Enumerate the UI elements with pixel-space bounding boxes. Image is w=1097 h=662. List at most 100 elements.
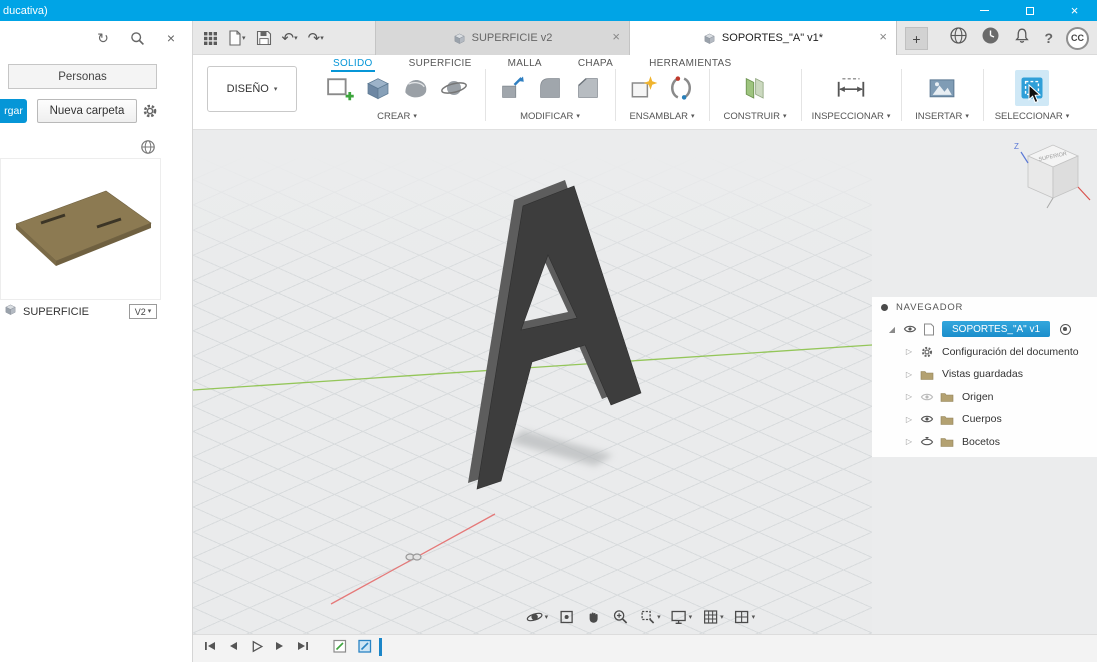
orbit-tool[interactable]: ▾: [526, 608, 549, 626]
close-tab-icon[interactable]: ×: [879, 30, 887, 43]
document-tab-soportes[interactable]: SOPORTES_"A" v1* ×: [630, 21, 897, 55]
expand-arrow-icon[interactable]: ▷: [901, 347, 917, 356]
inspeccionar-dropdown[interactable]: INSPECCIONAR ▾: [805, 111, 897, 122]
visibility-eye-icon[interactable]: [917, 436, 937, 447]
save-button[interactable]: [254, 26, 274, 50]
chamfer-icon[interactable]: [571, 70, 605, 106]
revolve-icon[interactable]: [437, 70, 471, 106]
timeline-sketch-feature-selected-icon[interactable]: [357, 638, 373, 659]
web-globe-icon[interactable]: [949, 26, 968, 50]
minimize-button[interactable]: [962, 0, 1007, 21]
seleccionar-dropdown[interactable]: SELECCIONAR ▾: [987, 111, 1077, 122]
mouse-cursor: [1028, 83, 1042, 109]
new-component-icon[interactable]: [626, 70, 660, 106]
design-cube-icon: [4, 303, 17, 321]
expand-arrow-icon[interactable]: ▷: [901, 415, 917, 424]
viewports-tool[interactable]: ▾: [733, 608, 755, 626]
visibility-eye-icon[interactable]: [900, 324, 920, 334]
insert-canvas-icon[interactable]: [925, 70, 959, 106]
help-icon[interactable]: ?: [1044, 30, 1053, 46]
tree-row-origen[interactable]: ▷ Origen: [872, 386, 1097, 409]
search-icon[interactable]: [128, 29, 146, 47]
step-back-button[interactable]: [226, 639, 240, 658]
version-dropdown[interactable]: V2 ▾: [129, 304, 157, 319]
zoom-tool[interactable]: [611, 608, 629, 626]
document-tab-superficie[interactable]: SUPERFICIE v2 ×: [375, 21, 630, 55]
root-component-label[interactable]: SOPORTES_"A" v1: [942, 321, 1051, 338]
visibility-eye-icon[interactable]: [917, 414, 937, 424]
personas-tab[interactable]: Personas: [8, 64, 157, 89]
construir-dropdown[interactable]: CONSTRUIR ▾: [713, 111, 797, 122]
undo-button[interactable]: ↶ ▾: [280, 26, 300, 50]
expanded-marker-icon[interactable]: ◢: [884, 325, 900, 334]
go-to-start-button[interactable]: [203, 639, 217, 658]
visibility-eye-off-icon[interactable]: [917, 392, 937, 402]
display-settings[interactable]: ▾: [670, 608, 692, 626]
timeline-playhead[interactable]: [379, 638, 382, 656]
redo-button[interactable]: ↷ ▾: [306, 26, 326, 50]
notifications-bell-icon[interactable]: [1013, 27, 1031, 50]
activate-component-radio[interactable]: [1060, 323, 1072, 335]
dropdown-caret-icon: ▾: [782, 113, 787, 120]
tab-label: SOPORTES_"A" v1*: [721, 32, 824, 44]
measure-icon[interactable]: [834, 70, 868, 106]
model-shadow: [509, 430, 613, 466]
new-folder-button[interactable]: Nueva carpeta: [37, 99, 137, 123]
timeline-sketch-feature-icon[interactable]: [332, 638, 348, 659]
dropdown-caret-icon: ▾: [544, 613, 549, 621]
tree-row-cuerpos[interactable]: ▷ Cuerpos: [872, 408, 1097, 431]
design-thumbnail[interactable]: [0, 158, 161, 300]
maximize-button[interactable]: [1007, 0, 1052, 21]
show-data-panel-icon[interactable]: [201, 26, 220, 50]
group-label: SELECCIONAR: [994, 111, 1063, 122]
close-panel-icon[interactable]: ×: [162, 29, 180, 47]
modificar-dropdown[interactable]: MODIFICAR ▾: [489, 111, 611, 122]
close-button[interactable]: ×: [1052, 0, 1097, 21]
go-to-end-button[interactable]: [296, 639, 310, 658]
gear-icon[interactable]: [142, 103, 158, 119]
tree-row-vistas[interactable]: ▷ Vistas guardadas: [872, 363, 1097, 386]
box-primitive-icon[interactable]: [361, 70, 395, 106]
folder-icon: [917, 369, 937, 380]
globe-small-icon[interactable]: [140, 139, 156, 155]
tree-row-bocetos[interactable]: ▷ Bocetos: [872, 431, 1097, 454]
expand-arrow-icon[interactable]: ▷: [901, 392, 917, 401]
browser-header[interactable]: NAVEGADOR: [872, 297, 1097, 318]
step-forward-button[interactable]: [273, 639, 287, 658]
look-at-tool[interactable]: [557, 608, 575, 626]
viewcube[interactable]: SUPERIOR Z: [1011, 136, 1095, 214]
ribbon-separator: [901, 69, 902, 121]
tree-row-configuracion[interactable]: ▷ Configuración del documento: [872, 341, 1097, 364]
browser-root-row[interactable]: ◢ SOPORTES_"A" v1: [872, 318, 1097, 341]
construction-plane-icon[interactable]: [738, 70, 772, 106]
zoom-window-tool[interactable]: ▾: [638, 608, 661, 626]
file-menu-button[interactable]: ▾: [226, 26, 248, 50]
account-avatar[interactable]: CC: [1066, 26, 1089, 50]
joint-icon[interactable]: [664, 70, 698, 106]
ensamblar-dropdown[interactable]: ENSAMBLAR ▾: [619, 111, 705, 122]
play-button[interactable]: [249, 639, 264, 659]
job-status-icon[interactable]: [981, 26, 1000, 50]
surface-plate-preview: [15, 190, 152, 266]
new-tab-button[interactable]: +: [905, 27, 928, 50]
insertar-dropdown[interactable]: INSERTAR ▾: [905, 111, 979, 122]
topbar-right-icons: ? CC: [949, 21, 1089, 55]
pan-hand-tool[interactable]: [584, 608, 602, 626]
fillet-icon[interactable]: [533, 70, 567, 106]
ribbon-group-modificar: MODIFICAR ▾: [489, 68, 611, 128]
viewport-3d[interactable]: SUPERIOR Z NAVEGADOR ◢ SOPORTES_"A" v1 ▷…: [193, 130, 1097, 634]
close-tab-icon[interactable]: ×: [612, 30, 620, 43]
expand-arrow-icon[interactable]: ▷: [901, 437, 917, 446]
grid-and-snaps[interactable]: ▾: [701, 608, 724, 626]
letter-a-model[interactable]: [463, 170, 653, 500]
crear-dropdown[interactable]: CREAR ▾: [313, 111, 481, 122]
create-form-icon[interactable]: [399, 70, 433, 106]
design-list-item[interactable]: SUPERFICIE V2 ▾: [4, 302, 161, 322]
refresh-icon[interactable]: ↻: [94, 29, 112, 47]
workspace-selector[interactable]: DISEÑO ▾: [207, 66, 297, 112]
collapse-dot-icon[interactable]: [881, 304, 888, 311]
press-pull-icon[interactable]: [495, 70, 529, 106]
expand-arrow-icon[interactable]: ▷: [901, 370, 917, 379]
create-sketch-icon[interactable]: [323, 70, 357, 106]
upload-button[interactable]: rgar: [0, 99, 27, 123]
